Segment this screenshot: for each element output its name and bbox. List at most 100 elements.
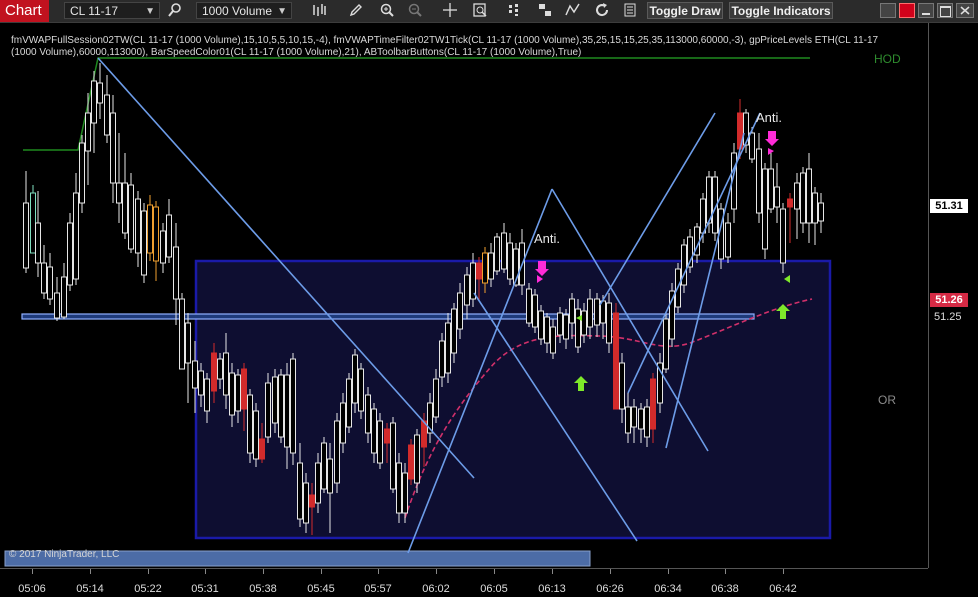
hod-line [23,57,810,151]
time-tick [90,569,91,574]
chevron-down-icon: ▼ [277,6,287,17]
time-tick [148,569,149,574]
price-tick-label: 51.25 [934,311,962,323]
candle-body [198,370,204,396]
time-label: 06:02 [422,583,450,595]
anti-label: Anti. [756,110,783,125]
candle-body [185,322,191,364]
interval-value: 1000 Volume [202,4,273,18]
toggle-draw-button[interactable]: Toggle Draw [647,2,723,19]
candle-body [35,222,41,264]
window-icon[interactable] [880,3,896,18]
vwap-price-marker: 51.26 [930,293,968,307]
candle-body [532,294,538,328]
candle-body [606,302,612,344]
time-label: 05:38 [249,583,277,595]
maximize-button[interactable] [937,3,953,18]
candle-body [284,374,290,448]
time-tick [552,569,553,574]
chart-tab[interactable]: Chart [0,0,49,22]
candle-body [30,192,36,254]
candle-body [358,368,364,412]
interval-selector[interactable]: 1000 Volume ▼ [196,2,292,19]
candle-body [619,362,625,410]
time-label: 05:14 [76,583,104,595]
candle-body [340,402,346,444]
candle-body [544,316,550,344]
time-tick [32,569,33,574]
indicator-list-line-2: (1000 Volume),60000,113000), BarSpeedCol… [11,47,582,58]
candle-body [23,202,29,269]
chevron-down-icon: ▼ [145,6,155,17]
candle-body [91,80,97,124]
candle-body [334,420,340,484]
bar-style-icon[interactable] [310,2,328,20]
data-box-icon[interactable] [471,2,489,20]
candle-body [457,292,463,330]
candle-body [223,352,229,396]
candle-body [253,410,259,460]
candle-body [104,94,110,136]
time-label: 06:13 [538,583,566,595]
search-icon[interactable] [166,2,184,20]
sell-signal-arrow [765,131,779,146]
candle-body [135,198,141,254]
candle-body [569,298,575,324]
candle-body [488,252,494,280]
crosshair-icon[interactable] [441,2,459,20]
candle-body [128,184,134,250]
candle-body [73,192,79,280]
candle-body [47,266,53,300]
pencil-icon[interactable] [347,2,365,20]
candle-body [179,298,185,370]
candle-body [229,372,235,416]
candle-body [768,168,774,210]
candle-body [806,168,812,224]
candle-body [587,298,593,328]
time-tick [436,569,437,574]
candle-body [482,252,488,284]
candle-body [290,358,296,454]
time-label: 06:38 [711,583,739,595]
candle-body [550,326,556,354]
time-label: 05:06 [18,583,46,595]
time-label: 06:05 [480,583,508,595]
candle-body [278,374,284,438]
minimize-button[interactable] [918,3,934,18]
instrument-selector[interactable]: CL 11-17 ▼ [64,2,160,19]
candle-body [644,406,650,438]
candle-body [396,462,402,514]
candle-body [631,406,637,428]
candle-body [247,394,253,454]
indicator-icon[interactable] [564,2,582,20]
toggle-indicators-button[interactable]: Toggle Indicators [729,2,833,19]
candle-body [414,434,420,484]
candle-body [122,182,128,234]
properties-icon[interactable] [621,2,639,20]
candle-body [116,182,122,204]
candle-body [241,368,247,410]
zoom-in-icon[interactable] [378,2,396,20]
time-tick [783,569,784,574]
time-tick [321,569,322,574]
candle-body [594,298,600,326]
close-button[interactable] [899,3,915,18]
candle-body [700,198,706,234]
candle-body [445,322,451,374]
instrument-value: CL 11-17 [70,4,119,18]
refresh-icon[interactable] [593,2,611,20]
candle-body [297,462,303,520]
time-label: 06:34 [654,583,682,595]
price-chart[interactable] [0,23,928,568]
strategy-icon[interactable] [505,2,523,20]
zoom-out-icon[interactable] [406,2,424,20]
candle-body [384,428,390,444]
time-tick [668,569,669,574]
candle-body [650,378,656,430]
time-tick [610,569,611,574]
time-label: 05:31 [191,583,219,595]
window-close-button[interactable] [956,3,974,18]
time-axis[interactable]: 05:06 05:14 05:22 05:31 05:38 05:45 05:57 06:02… [0,568,928,597]
candle-body [67,222,73,286]
template-icon[interactable] [536,2,554,20]
